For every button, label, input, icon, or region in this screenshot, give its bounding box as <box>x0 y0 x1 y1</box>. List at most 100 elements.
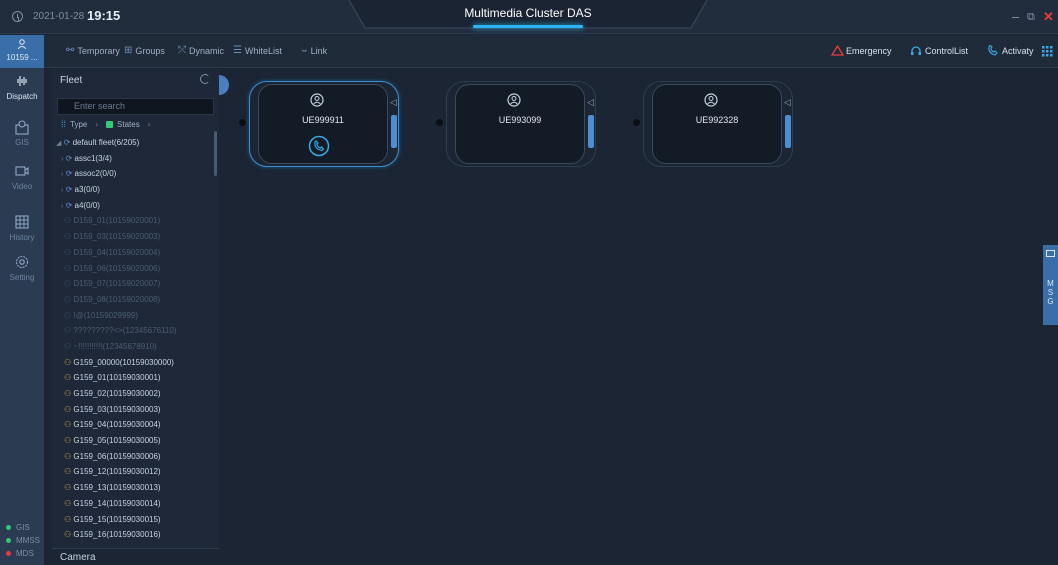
tree-row[interactable]: › ⟳ assc1(3/4) <box>56 151 216 167</box>
temporary-button[interactable]: ⚯ Temporary <box>66 45 120 56</box>
status-mmss: MMSS <box>6 534 40 547</box>
setting-icon <box>15 255 29 269</box>
card-volume-bar[interactable] <box>588 115 594 148</box>
nav-video[interactable]: Video <box>0 163 44 203</box>
groups-button[interactable]: ⊞ Groups <box>124 45 165 56</box>
camera-section[interactable]: Camera <box>52 548 219 565</box>
toolbar: ⚯ Temporary ⊞ Groups ⤲ Dynamic ☰ WhiteLi… <box>44 35 1058 68</box>
fleet-tree: ◢ ⟳ default fleet(6/205) › ⟳ assc1(3/4) › … <box>56 135 216 540</box>
states-filter-icon <box>106 120 114 128</box>
nav-dispatch[interactable]: Dispatch <box>0 73 44 113</box>
tree-row-label: G159_01(10159030001) <box>73 373 161 383</box>
states-filter[interactable]: States <box>117 120 140 129</box>
tree-row[interactable]: ⚇ ?????????<>(12345676110) <box>56 323 216 339</box>
tree-row[interactable]: ⚇ D159_01(10159020001) <box>56 213 216 229</box>
speaker-icon[interactable]: ◁ <box>390 97 397 108</box>
user-offline-icon: ⚇ <box>64 310 72 320</box>
speaker-icon[interactable]: ◁ <box>587 97 594 108</box>
tree-row-label: G159_04(10159030004) <box>73 420 161 430</box>
card-volume-bar[interactable] <box>785 115 791 148</box>
collapse-panel-button[interactable] <box>219 75 229 95</box>
tree-row[interactable]: ⚇ G159_02(10159030002) <box>56 386 216 402</box>
card-drag-handle[interactable] <box>239 119 246 126</box>
tree-row[interactable]: ◢ ⟳ default fleet(6/205) <box>56 135 216 151</box>
card-volume-bar[interactable] <box>391 115 397 148</box>
tree-row[interactable]: ⚇ G159_00000(10159030000) <box>56 355 216 371</box>
tree-scrollbar[interactable] <box>214 131 217 176</box>
tree-row[interactable]: ⚇ G159_15(10159030015) <box>56 512 216 528</box>
link-button[interactable]: ⌣ Link <box>301 45 327 56</box>
type-filter[interactable]: Type <box>70 120 87 129</box>
controllist-button[interactable]: ControlList <box>910 45 968 56</box>
tree-row-label: D159_07(10159020007) <box>73 279 161 289</box>
tree-row[interactable]: › ⟳ a4(0/0) <box>56 198 216 214</box>
tree-row[interactable]: ⚇ D159_08(10159020008) <box>56 292 216 308</box>
tree-row-label: D159_08(10159020008) <box>73 294 161 304</box>
status-mds: MDS <box>6 547 40 560</box>
tree-row[interactable]: ⚇ G159_04(10159030004) <box>56 417 216 433</box>
tree-row[interactable]: ⚇ D159_07(10159020007) <box>56 276 216 292</box>
fleet-group-icon: ⟳ <box>65 185 73 195</box>
minimize-icon[interactable]: – <box>1012 9 1019 24</box>
tree-row[interactable]: ⚇ G159_06(10159030006) <box>56 449 216 465</box>
grid-menu-icon[interactable] <box>1042 46 1053 57</box>
user-profile[interactable]: 10159 ... <box>0 35 44 68</box>
call-icon[interactable] <box>308 135 330 157</box>
nav-setting[interactable]: Setting <box>0 254 44 294</box>
tree-row[interactable]: ⚇ G159_16(10159030016) <box>56 527 216 540</box>
tree-row[interactable]: › ⟳ assoc2(0/0) <box>56 166 216 182</box>
terminal-card[interactable]: UE992328 ◁ <box>633 81 793 167</box>
tree-row[interactable]: ⚇ !@(10159029999) <box>56 308 216 324</box>
user-icon <box>310 93 324 107</box>
expand-arrow-icon[interactable]: › <box>61 203 63 210</box>
tree-row[interactable]: ⚇ D159_06(10159020006) <box>56 261 216 277</box>
tree-row-label: ?????????<>(12345676110) <box>73 326 177 336</box>
expand-arrow-icon[interactable]: › <box>61 156 63 163</box>
tree-row[interactable]: ⚇ G159_01(10159030001) <box>56 370 216 386</box>
tree-row[interactable]: ⚇ ~!!!!!!!!!!!(12345678910) <box>56 339 216 355</box>
fleet-group-icon: ⟳ <box>63 138 71 147</box>
controllist-label: ControlList <box>925 45 969 56</box>
expand-arrow-icon[interactable]: › <box>61 171 63 178</box>
terminal-card[interactable]: UE993099 ◁ <box>436 81 596 167</box>
tree-row[interactable]: ⚇ G159_03(10159030003) <box>56 402 216 418</box>
message-icon <box>1046 250 1055 257</box>
refresh-icon[interactable] <box>200 74 210 84</box>
close-icon[interactable]: ✕ <box>1043 9 1054 25</box>
msg-tab[interactable]: MSG <box>1043 245 1058 325</box>
fleet-panel: Fleet Enter search ⁞⁞ Type › States › ◢ … <box>52 69 219 565</box>
tree-row[interactable]: ⚇ D159_04(10159020004) <box>56 245 216 261</box>
nav-gis[interactable]: GIS <box>0 119 44 159</box>
tree-row[interactable]: ⚇ G159_14(10159030014) <box>56 496 216 512</box>
tree-row[interactable]: ⚇ G159_05(10159030005) <box>56 433 216 449</box>
expand-arrow-icon[interactable]: › <box>61 187 63 194</box>
status-label: GIS <box>16 523 30 532</box>
nav-history[interactable]: History <box>0 214 44 254</box>
fleet-search-input[interactable]: Enter search <box>57 98 214 115</box>
card-drag-handle[interactable] <box>436 119 443 126</box>
speaker-icon[interactable]: ◁ <box>784 97 791 108</box>
terminal-card[interactable]: UE999911 ◁ <box>239 81 399 167</box>
temporary-icon: ⚯ <box>66 45 75 56</box>
activaty-button[interactable]: Activaty <box>987 45 1034 56</box>
card-name: UE993099 <box>498 115 542 125</box>
tree-row[interactable]: ⚇ G159_12(10159030012) <box>56 464 216 480</box>
dynamic-button[interactable]: ⤲ Dynamic <box>178 45 224 56</box>
talkgroup-icon: ⚇ <box>64 514 72 524</box>
tree-row[interactable]: ⚇ G159_13(10159030013) <box>56 480 216 496</box>
emergency-label: Emergency <box>846 45 892 56</box>
whitelist-button[interactable]: ☰ WhiteList <box>233 45 282 56</box>
tree-row[interactable]: ⚇ D159_03(10159020003) <box>56 229 216 245</box>
dynamic-icon: ⤲ <box>178 45 186 56</box>
card-name: UE999911 <box>302 115 344 125</box>
card-drag-handle[interactable] <box>633 119 640 126</box>
talkgroup-icon: ⚇ <box>64 389 72 398</box>
tree-row[interactable]: › ⟳ a3(0/0) <box>56 182 216 198</box>
maximize-icon[interactable]: ⧉ <box>1027 11 1035 24</box>
talkgroup-icon: ⚇ <box>64 373 72 383</box>
emergency-button[interactable]: Emergency <box>831 45 892 56</box>
nav-dispatch-label: Dispatch <box>6 92 38 101</box>
filter-row: ⁞⁞ Type › States › <box>61 119 150 129</box>
expand-arrow-icon[interactable]: ◢ <box>56 140 61 147</box>
tree-row-label: default fleet(6/205) <box>72 138 140 147</box>
